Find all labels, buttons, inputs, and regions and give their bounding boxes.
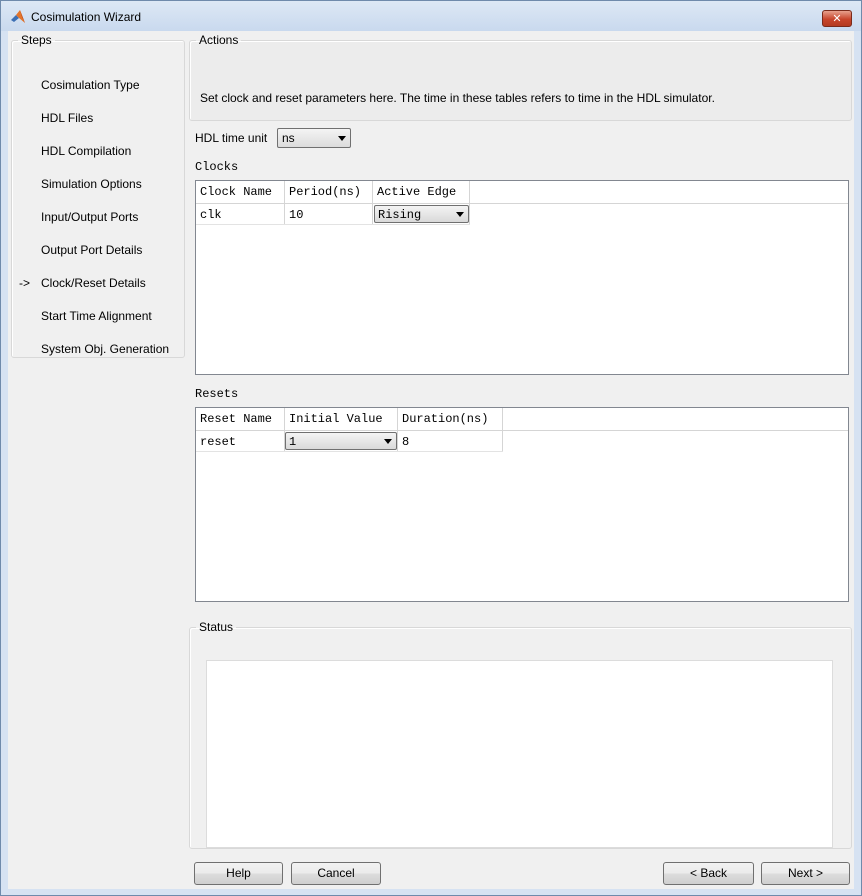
chevron-down-icon bbox=[338, 136, 346, 141]
chevron-down-icon bbox=[456, 212, 464, 217]
column-header-duration[interactable]: Duration(ns) bbox=[398, 408, 503, 430]
reset-initial-cell: 1 bbox=[285, 431, 398, 451]
dialog-client-area: Steps Cosimulation Type HDL Files HDL Co… bbox=[8, 31, 854, 889]
column-header-reset-name[interactable]: Reset Name bbox=[196, 408, 285, 430]
help-button[interactable]: Help bbox=[194, 862, 283, 885]
column-header-clock-name[interactable]: Clock Name bbox=[196, 181, 285, 203]
cosimulation-wizard-window: Cosimulation Wizard ✕ Steps Cosimulation… bbox=[0, 0, 862, 896]
step-label: Cosimulation Type bbox=[41, 78, 140, 92]
hdl-time-unit-value: ns bbox=[282, 131, 295, 145]
step-label: Clock/Reset Details bbox=[41, 276, 146, 290]
initial-value-value: 1 bbox=[289, 435, 297, 449]
initial-value-dropdown[interactable]: 1 bbox=[285, 432, 397, 450]
step-cosimulation-type[interactable]: Cosimulation Type bbox=[12, 78, 182, 98]
table-row: reset 1 8 bbox=[196, 431, 503, 452]
current-step-arrow: -> bbox=[19, 276, 31, 290]
hdl-time-unit-label: HDL time unit bbox=[195, 131, 268, 145]
table-row: clk 10 Rising bbox=[196, 204, 470, 225]
clocks-table[interactable]: Clock Name Period(ns) Active Edge clk 10… bbox=[195, 180, 849, 375]
step-clock-reset-details[interactable]: -> Clock/Reset Details bbox=[12, 276, 182, 296]
step-start-time-alignment[interactable]: Start Time Alignment bbox=[12, 309, 182, 329]
step-label: Input/Output Ports bbox=[41, 210, 139, 224]
active-edge-value: Rising bbox=[378, 208, 422, 222]
step-hdl-files[interactable]: HDL Files bbox=[12, 111, 182, 131]
column-header-initial-value[interactable]: Initial Value bbox=[285, 408, 398, 430]
clock-name-cell[interactable]: clk bbox=[196, 204, 285, 224]
step-label: HDL Files bbox=[41, 111, 94, 125]
step-label: System Obj. Generation bbox=[41, 342, 170, 356]
close-icon: ✕ bbox=[832, 12, 842, 25]
actions-panel: Actions Set clock and reset parameters h… bbox=[189, 33, 852, 121]
step-label: Output Port Details bbox=[41, 243, 143, 257]
hdl-time-unit-dropdown[interactable]: ns bbox=[277, 128, 351, 148]
column-header-period[interactable]: Period(ns) bbox=[285, 181, 373, 203]
reset-duration-cell[interactable]: 8 bbox=[398, 431, 503, 451]
title-bar[interactable]: Cosimulation Wizard ✕ bbox=[1, 1, 861, 31]
status-panel: Status bbox=[189, 620, 852, 849]
step-label: Simulation Options bbox=[41, 177, 142, 191]
step-hdl-compilation[interactable]: HDL Compilation bbox=[12, 144, 182, 164]
active-edge-dropdown[interactable]: Rising bbox=[374, 205, 469, 223]
close-button[interactable]: ✕ bbox=[822, 10, 852, 27]
clocks-table-header: Clock Name Period(ns) Active Edge bbox=[196, 181, 848, 204]
back-button[interactable]: < Back bbox=[663, 862, 754, 885]
actions-legend: Actions bbox=[199, 33, 239, 47]
clock-period-cell[interactable]: 10 bbox=[285, 204, 373, 224]
resets-table-header: Reset Name Initial Value Duration(ns) bbox=[196, 408, 848, 431]
column-header-active-edge[interactable]: Active Edge bbox=[373, 181, 470, 203]
matlab-logo-icon bbox=[11, 10, 25, 23]
resets-title: Resets bbox=[195, 387, 239, 401]
actions-description: Set clock and reset parameters here. The… bbox=[200, 91, 715, 105]
clock-edge-cell: Rising bbox=[373, 204, 470, 224]
next-button[interactable]: Next > bbox=[761, 862, 850, 885]
step-label: Start Time Alignment bbox=[41, 309, 152, 323]
status-text-area[interactable] bbox=[206, 660, 833, 848]
step-output-port-details[interactable]: Output Port Details bbox=[12, 243, 182, 263]
step-input-output-ports[interactable]: Input/Output Ports bbox=[12, 210, 182, 230]
step-label: HDL Compilation bbox=[41, 144, 132, 158]
window-title: Cosimulation Wizard bbox=[31, 10, 142, 24]
chevron-down-icon bbox=[384, 439, 392, 444]
steps-panel: Steps Cosimulation Type HDL Files HDL Co… bbox=[11, 33, 185, 358]
resets-table[interactable]: Reset Name Initial Value Duration(ns) re… bbox=[195, 407, 849, 602]
step-system-obj-generation[interactable]: System Obj. Generation bbox=[12, 342, 182, 362]
clocks-title: Clocks bbox=[195, 160, 239, 174]
reset-name-cell[interactable]: reset bbox=[196, 431, 285, 451]
status-legend: Status bbox=[199, 620, 234, 634]
step-simulation-options[interactable]: Simulation Options bbox=[12, 177, 182, 197]
cancel-button[interactable]: Cancel bbox=[291, 862, 381, 885]
steps-legend: Steps bbox=[21, 33, 52, 47]
